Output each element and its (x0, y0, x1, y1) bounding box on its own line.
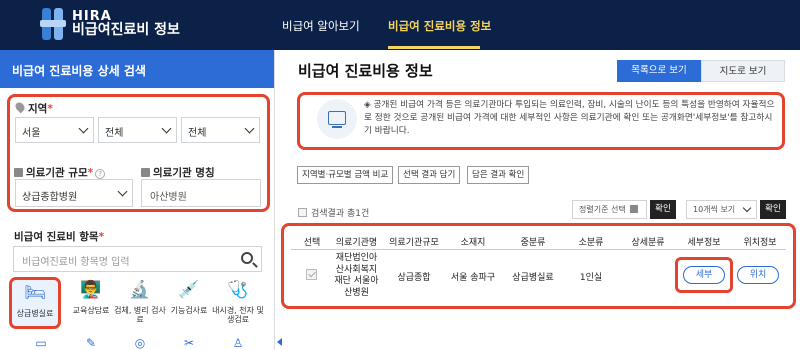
institution-name-cell: 재단법인아 산사회복지 재단 서울아 산병원 (334, 253, 379, 298)
institution-scale-cell: 상급종합 (397, 273, 431, 283)
category-private-room[interactable]: 🛏 상급병실료 (9, 277, 61, 329)
map-view-tab[interactable]: 지도로 보기 (701, 60, 785, 82)
location-pin-icon (13, 100, 27, 114)
bed-icon: 🛏 (24, 283, 46, 303)
col-select: 선택 (303, 238, 321, 248)
list-icon (629, 205, 638, 213)
list-view-tab[interactable]: 목록으로 보기 (617, 60, 701, 82)
sidebar-collapse-icon[interactable] (275, 336, 285, 348)
result-count: 검색결과 총1건 (298, 206, 369, 219)
region-district-select[interactable]: 전체 (98, 117, 177, 143)
category-endoscopy[interactable]: 🩺 내시경, 천자 및 생검료 (212, 277, 264, 329)
category-function-test[interactable]: 💉 기능검사료 (163, 277, 215, 329)
items-search-input[interactable]: 비급여진료비 항목명 입력 (13, 246, 262, 272)
category-more-icon[interactable]: ✎ (65, 336, 117, 350)
row-select-checkbox[interactable] (306, 269, 317, 280)
col-institution-scale: 의료기관규모 (389, 238, 439, 248)
category-more-icon[interactable]: ♙ (212, 336, 264, 350)
category-more-icon[interactable]: ▭ (15, 336, 67, 350)
chevron-down-icon (244, 123, 255, 134)
select-all-checkbox[interactable] (298, 208, 307, 217)
col-sub-category: 소분류 (578, 238, 604, 248)
region-city-select[interactable]: 서울 (15, 117, 94, 143)
location-button[interactable]: 위치 (737, 266, 779, 284)
classroom-icon: 👨‍🏫 (80, 280, 102, 300)
chevron-down-icon (161, 123, 172, 134)
sidebar-title: 비급여 진료비용 상세 검색 (0, 50, 274, 88)
endoscope-icon: 🩺 (227, 280, 249, 300)
col-location-info: 위치정보 (743, 238, 777, 248)
active-nav-underline (388, 46, 480, 49)
institution-name-input[interactable]: 아산병원 (141, 179, 261, 207)
category-specimen-test[interactable]: 🔬 검체, 병리 검사료 (114, 277, 166, 329)
detail-button[interactable]: 세부 (683, 266, 725, 284)
logo-subtitle: 비급여진료비 정보 (72, 22, 180, 39)
scale-label: 의료기관 규모*? (14, 165, 106, 180)
nav-noncovered-info[interactable]: 비급여 알아보기 (282, 18, 360, 34)
region-town-select[interactable]: 전체 (181, 117, 260, 143)
category-more-icon[interactable]: ✂ (163, 336, 215, 350)
institution-name-label: 의료기관 명칭 (141, 165, 215, 180)
sort-select[interactable]: 정렬기준 선택 (572, 200, 647, 219)
category-more-icon[interactable]: ◎ (114, 336, 166, 350)
category-education-counsel[interactable]: 👨‍🏫 교육상담료 (65, 277, 117, 329)
hira-logo-icon (40, 8, 66, 40)
region-label: 지역* (13, 100, 53, 116)
sort-confirm-button[interactable]: 확인 (650, 200, 676, 219)
chevron-down-icon (117, 186, 128, 197)
chevron-down-icon (78, 123, 89, 134)
notice-text: ◈ 공개된 비급여 가격 등은 의료기관마다 투입되는 의료인력, 장비, 시술… (364, 100, 775, 136)
location-cell: 서울 송파구 (450, 273, 496, 283)
monitor-icon (317, 99, 357, 139)
scale-select[interactable]: 상급종합병원 (15, 179, 133, 207)
hira-logo[interactable]: HIRA 비급여진료비 정보 (40, 8, 180, 40)
sub-category-cell: 1인실 (579, 273, 603, 283)
mid-category-cell: 상급병실료 (512, 273, 554, 283)
search-icon[interactable] (241, 252, 253, 264)
compare-price-button[interactable]: 지역별·규모별 금액 비교 (297, 166, 394, 184)
page-size-select[interactable]: 10개씩 보기 (686, 200, 757, 219)
building-icon (14, 168, 23, 177)
col-location: 소재지 (460, 238, 486, 248)
table-header-divider (291, 249, 786, 250)
col-detail-category: 상세분류 (631, 238, 665, 248)
page-size-confirm-button[interactable]: 확인 (760, 200, 786, 219)
add-selection-button[interactable]: 선택 결과 담기 (398, 166, 461, 184)
items-label: 비급여 진료비 항목* (14, 231, 105, 243)
hospital-icon (141, 168, 150, 177)
microscope-icon: 🔬 (129, 280, 151, 300)
help-icon[interactable]: ? (95, 169, 106, 179)
view-saved-button[interactable]: 담은 결과 확인 (467, 166, 530, 184)
col-mid-category: 중분류 (520, 238, 546, 248)
page-title: 비급여 진료비용 정보 (298, 62, 433, 80)
nav-noncovered-cost-info[interactable]: 비급여 진료비용 정보 (388, 18, 491, 34)
col-institution-name: 의료기관명 (335, 238, 378, 248)
function-test-icon: 💉 (178, 280, 200, 300)
col-detail-info: 세부정보 (687, 238, 721, 248)
top-navigation-bar: HIRA 비급여진료비 정보 비급여 알아보기 비급여 진료비용 정보 (0, 0, 800, 50)
chevron-down-icon (742, 203, 752, 213)
